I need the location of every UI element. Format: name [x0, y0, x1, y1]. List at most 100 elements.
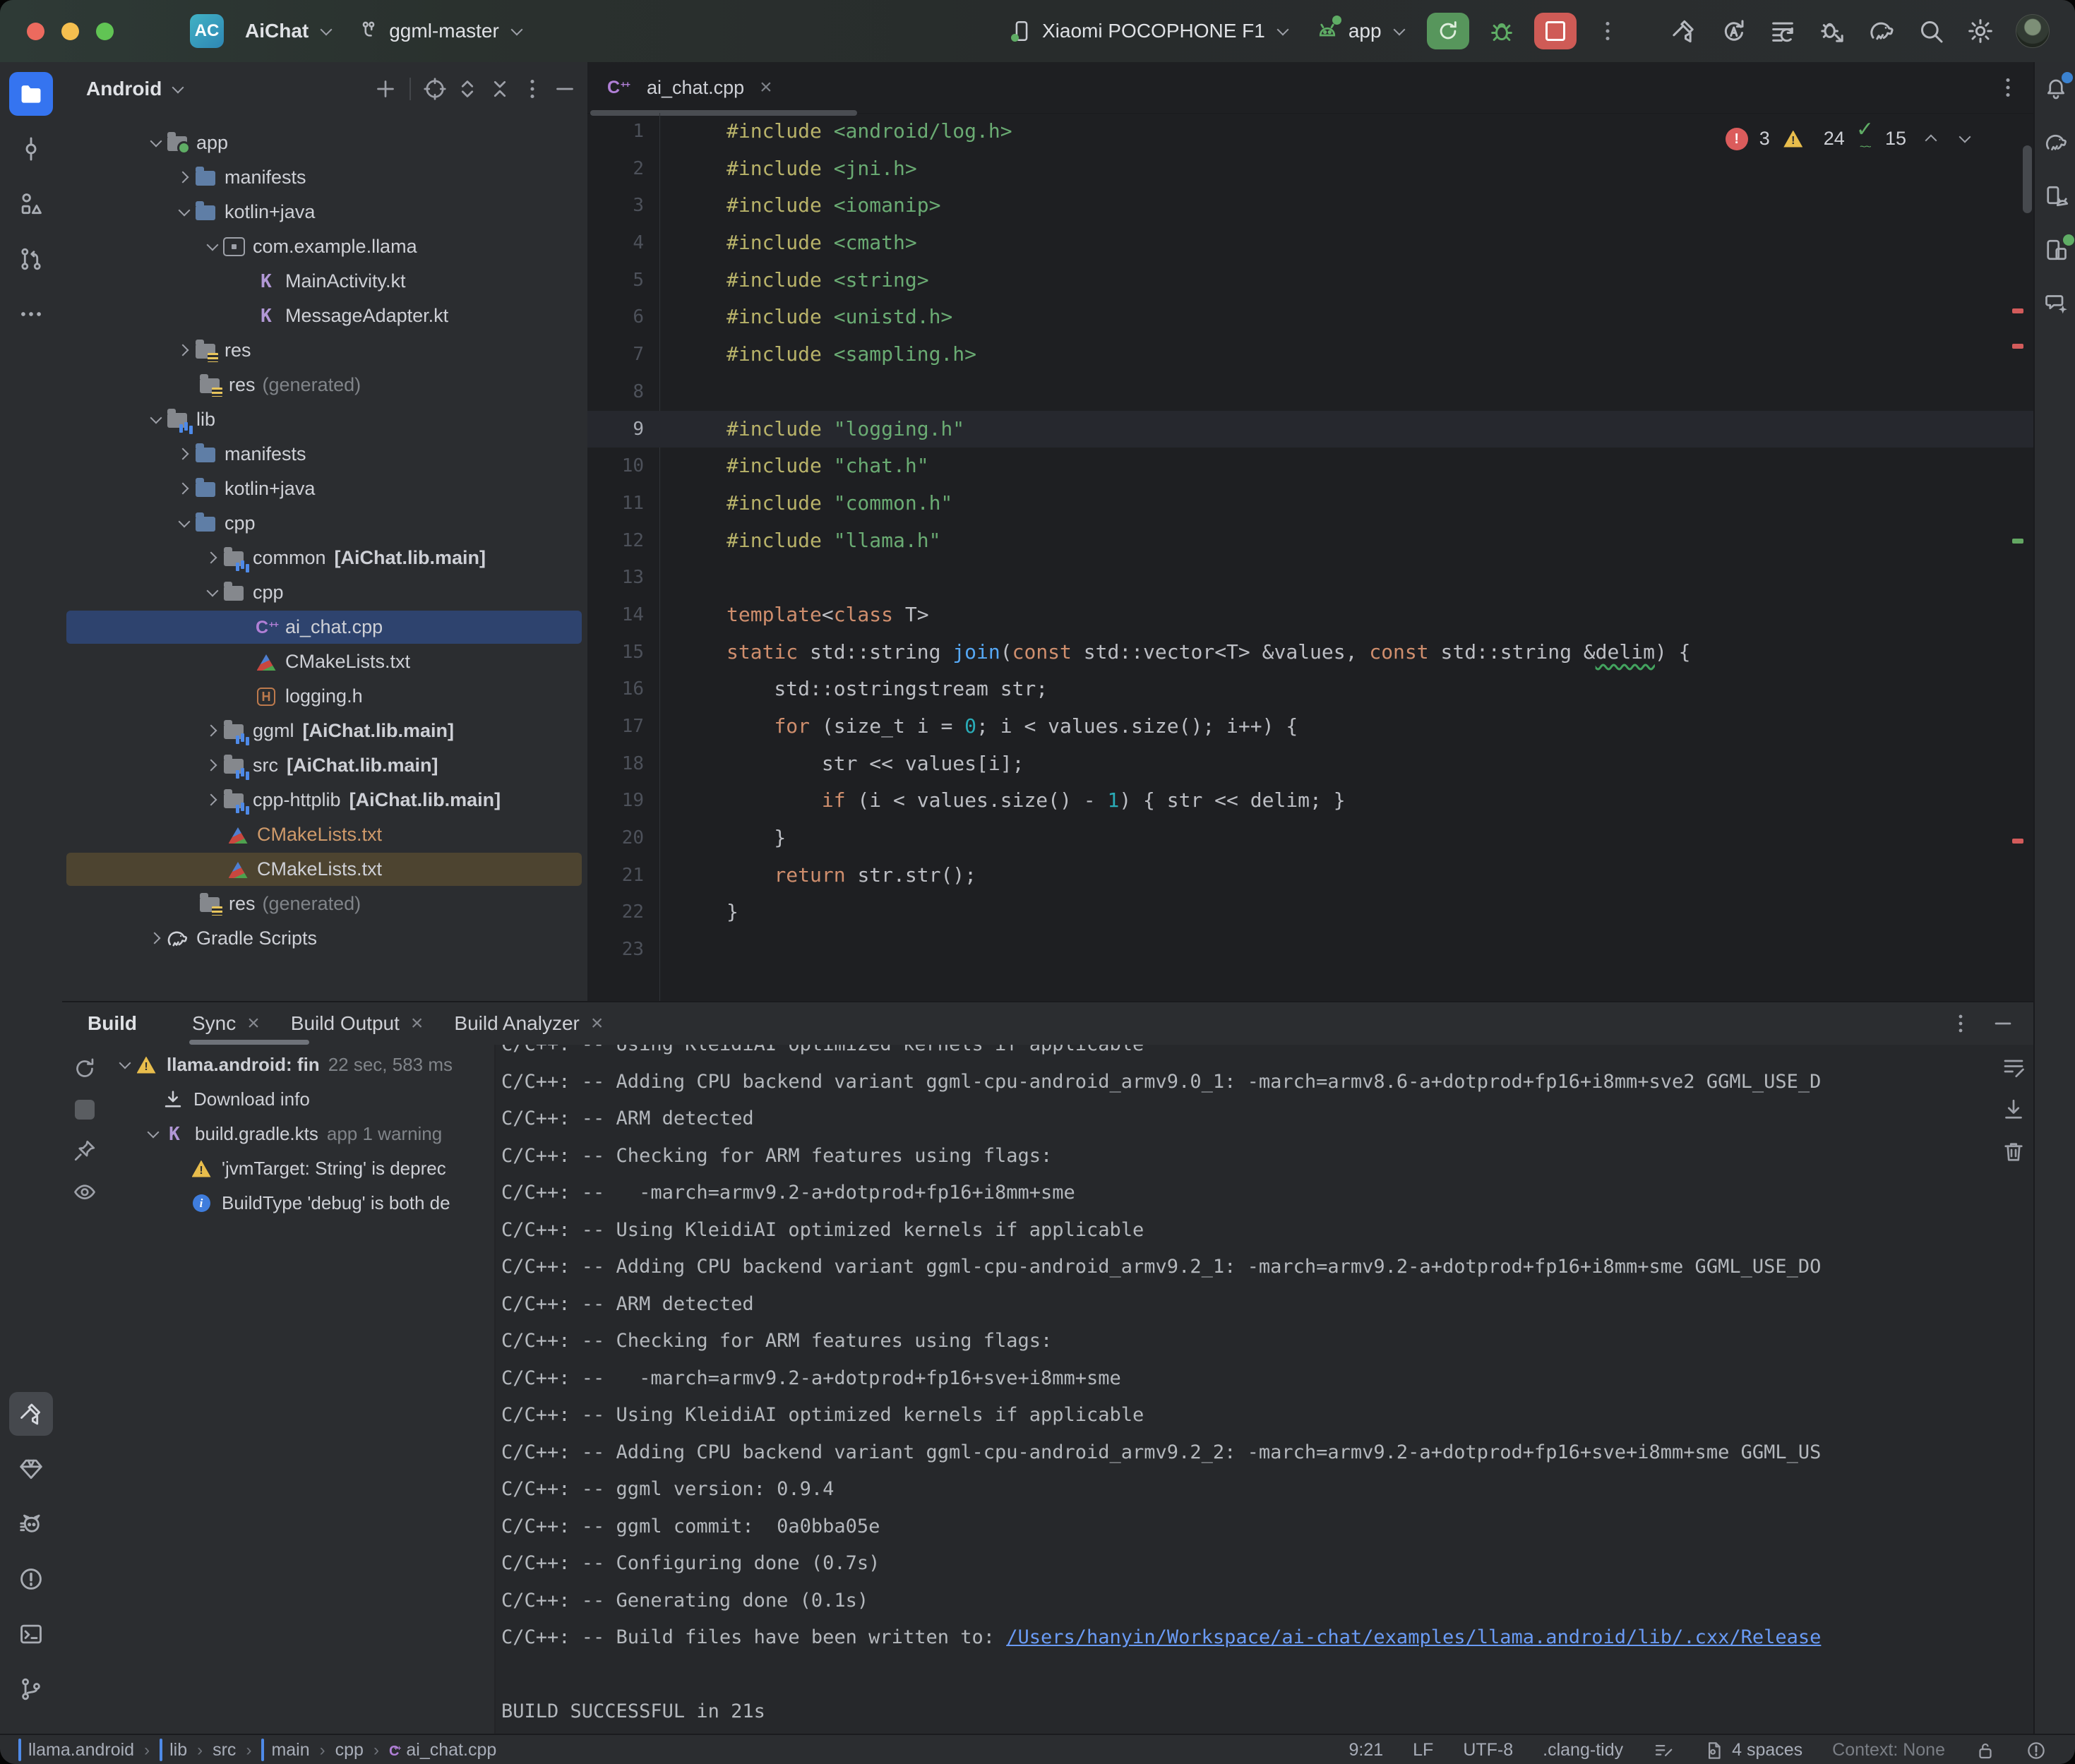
project-tree-item-cpp-httplib[interactable]: cpp-httplib [AiChat.lib.main] — [62, 783, 587, 817]
status-indent[interactable]: 4 spaces — [1704, 1740, 1802, 1761]
project-tree-item-manifests[interactable]: manifests — [62, 437, 587, 472]
tool-button-more[interactable] — [9, 292, 53, 336]
tool-button-running-devices[interactable] — [2038, 232, 2074, 268]
chevron-down-icon[interactable] — [175, 203, 193, 222]
chevron-right-icon[interactable] — [175, 169, 193, 187]
project-tree-item-res[interactable]: res — [62, 333, 587, 368]
tool-button-build[interactable] — [9, 1392, 53, 1436]
attach-debugger-icon[interactable] — [1818, 17, 1846, 45]
project-tree-item-common[interactable]: common [AiChat.lib.main] — [62, 541, 587, 575]
project-tree-item-manifests[interactable]: manifests — [62, 160, 587, 195]
chevron-down-icon[interactable] — [147, 134, 165, 152]
minimize-window-button[interactable] — [61, 23, 79, 40]
sync-tree-item[interactable]: build.gradle.kts app 1 warning — [116, 1117, 494, 1151]
run-configuration-selector[interactable]: app — [1315, 18, 1409, 44]
hide-icon[interactable] — [552, 76, 578, 102]
tool-button-version-control[interactable] — [9, 1667, 53, 1711]
breadcrumb-item-src[interactable]: src — [213, 1740, 236, 1760]
status-inspection-highlights[interactable] — [2026, 1740, 2047, 1761]
status-encoding[interactable]: UTF-8 — [1463, 1740, 1513, 1760]
log-link[interactable]: /Users/hanyin/Workspace/ai-chat/examples… — [1006, 1626, 1821, 1648]
options-icon[interactable] — [520, 76, 545, 102]
tool-button-commit[interactable] — [9, 127, 53, 171]
editor-scrollbar[interactable] — [2023, 145, 2032, 213]
chevron-down-icon[interactable] — [175, 515, 193, 533]
tool-button-gemini[interactable] — [2038, 285, 2074, 322]
expand-all-icon[interactable] — [455, 76, 480, 102]
chevron-right-icon[interactable] — [203, 791, 222, 810]
build-tab-build-output[interactable]: Build Output × — [275, 1002, 439, 1045]
tool-button-app-quality-insights[interactable] — [9, 1447, 53, 1491]
editor-area[interactable]: ai_chat.cpp × 1 #include <android/log.h>… — [587, 62, 2033, 1001]
build-tab-build-analyzer[interactable]: Build Analyzer × — [438, 1002, 618, 1045]
project-tree-item-ggml[interactable]: ggml [AiChat.lib.main] — [62, 714, 587, 748]
debug-button[interactable] — [1488, 17, 1516, 45]
chevron-down-icon[interactable] — [144, 1125, 162, 1144]
editor-tab-ai_chat[interactable]: ai_chat.cpp × — [587, 62, 791, 113]
chevron-right-icon[interactable] — [175, 480, 193, 498]
project-tree-item-cpp[interactable]: cpp — [62, 575, 587, 610]
status-write-access[interactable] — [1975, 1740, 1996, 1761]
close-tab-icon[interactable]: × — [247, 1012, 260, 1036]
project-view-selector[interactable]: Android — [86, 78, 187, 100]
refresh-icon[interactable] — [72, 1056, 97, 1081]
error-stripe-mark[interactable] — [2012, 344, 2023, 349]
chevron-down-icon[interactable] — [203, 584, 222, 602]
chevron-down-icon[interactable] — [116, 1056, 134, 1074]
branch-selector[interactable]: ggml-master — [357, 19, 526, 43]
add-icon[interactable] — [373, 76, 398, 102]
project-tree-item-res[interactable]: res (generated) — [62, 887, 587, 921]
tool-button-problems[interactable] — [9, 1557, 53, 1601]
device-selector[interactable]: Xiaomi POCOPHONE F1 — [1010, 19, 1292, 43]
stop-square-icon[interactable] — [72, 1097, 97, 1122]
breadcrumb-item-lib[interactable]: lib — [160, 1740, 187, 1760]
project-tree-item-mainactivity-kt[interactable]: MainActivity.kt — [62, 264, 587, 299]
build-icon[interactable] — [1670, 17, 1698, 45]
close-tab-icon[interactable]: × — [591, 1012, 604, 1036]
tool-button-project[interactable] — [9, 72, 53, 116]
project-tree-item-ai-chat-cpp[interactable]: ai_chat.cpp — [62, 610, 587, 644]
status-line-ending[interactable]: LF — [1413, 1740, 1433, 1760]
hide-build-panel-icon[interactable] — [1991, 1012, 2015, 1036]
search-icon[interactable] — [1917, 17, 1945, 45]
project-tree-item-app[interactable]: app — [62, 126, 587, 160]
error-stripe-mark[interactable] — [2012, 839, 2023, 844]
tool-button-pull-requests[interactable] — [9, 237, 53, 281]
project-tree-item-kotlin-java[interactable]: kotlin+java — [62, 195, 587, 229]
breadcrumb-item-ai-chat-cpp[interactable]: ai_chat.cpp — [389, 1740, 496, 1760]
project-tree-item-cmakelists-txt[interactable]: CMakeLists.txt — [62, 817, 587, 852]
sync-tree-item[interactable]: Download info — [116, 1082, 494, 1117]
status-context[interactable]: Context: None — [1832, 1740, 1945, 1760]
zoom-window-button[interactable] — [96, 23, 114, 40]
chevron-right-icon[interactable] — [175, 445, 193, 464]
apply-changes-icon[interactable] — [1769, 17, 1797, 45]
clear-all-icon[interactable] — [2001, 1139, 2026, 1165]
stop-button[interactable] — [1534, 13, 1577, 49]
sync-tree-item[interactable]: llama.android: fin 22 sec, 583 ms — [116, 1048, 494, 1082]
more-run-actions-button[interactable] — [1595, 18, 1620, 44]
build-console[interactable]: C/C++: -- Using KleidiAI optimized kerne… — [496, 1045, 2033, 1735]
close-tab-icon[interactable]: × — [760, 76, 772, 100]
chevron-right-icon[interactable] — [175, 342, 193, 360]
inspections-widget[interactable]: ! 3 24 ✓~~ 15 — [1726, 123, 1974, 155]
project-selector[interactable]: AiChat — [245, 20, 335, 42]
status-caret-position[interactable]: 9:21 — [1349, 1740, 1383, 1760]
tool-button-device-manager[interactable] — [2038, 178, 2074, 215]
gradle-sync-icon[interactable] — [1867, 17, 1896, 45]
breadcrumb-item-main[interactable]: main — [261, 1740, 309, 1760]
status-formatter[interactable] — [1653, 1740, 1674, 1761]
project-tree-item-gradle-scripts[interactable]: Gradle Scripts — [62, 921, 587, 956]
sync-project-icon[interactable] — [1719, 17, 1747, 45]
tool-button-notifications[interactable] — [2038, 71, 2074, 107]
error-stripe-mark[interactable] — [2012, 308, 2023, 313]
avatar[interactable] — [2016, 14, 2050, 48]
soft-wrap-icon[interactable] — [2001, 1055, 2026, 1080]
tool-button-gradle[interactable] — [2038, 124, 2074, 161]
sync-tree-item[interactable]: 'jvmTarget: String' is deprec — [116, 1151, 494, 1186]
project-tree-item-cmakelists-txt[interactable]: CMakeLists.txt — [62, 644, 587, 679]
project-tree-item-com-example-llama[interactable]: com.example.llama — [62, 229, 587, 264]
chevron-right-icon[interactable] — [203, 549, 222, 568]
rerun-button[interactable] — [1427, 13, 1469, 49]
project-tree-item-kotlin-java[interactable]: kotlin+java — [62, 472, 587, 506]
project-tree-item-lib[interactable]: lib — [62, 402, 587, 437]
